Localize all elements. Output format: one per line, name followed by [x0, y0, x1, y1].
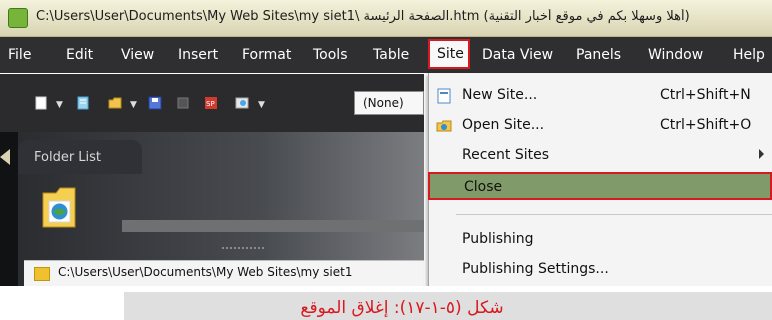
new-page-icon[interactable]: [34, 96, 48, 110]
figure-caption: شكل (٥-١-١٧): إغلاق الموقع: [300, 298, 504, 318]
menu-file[interactable]: File: [8, 47, 31, 63]
site-menu-shortcut: Ctrl+Shift+O: [660, 117, 752, 133]
menu-table[interactable]: Table: [373, 47, 409, 63]
new-page-dropdown-icon[interactable]: ▼: [56, 100, 63, 110]
menu-panels[interactable]: Panels: [576, 47, 621, 63]
main-menu-bar: File Edit View Insert Format Tools Table…: [0, 37, 772, 73]
folder-path-bar: C:\Users\User\Documents\My Web Sites\my …: [24, 260, 424, 286]
expression-web-app-icon: [8, 8, 28, 28]
folder-list-bar: [122, 220, 424, 232]
site-menu-item-publishing-settings[interactable]: Publishing Settings...: [428, 256, 772, 284]
style-select-value: (None): [363, 96, 404, 110]
site-menu-item-open-site[interactable]: Open Site... Ctrl+Shift+O: [428, 112, 772, 140]
menu-edit[interactable]: Edit: [66, 47, 93, 63]
menu-separator: [456, 214, 772, 215]
open-dropdown-icon[interactable]: ▼: [130, 100, 137, 110]
site-menu-label: Publishing: [462, 231, 534, 247]
site-menu-item-new-site[interactable]: New Site... Ctrl+Shift+N: [428, 82, 772, 110]
menu-view[interactable]: View: [121, 47, 154, 63]
folder-list-tab[interactable]: Folder List: [18, 140, 142, 174]
folder-list-title: Folder List: [34, 150, 102, 165]
left-arrow-icon: [0, 149, 10, 165]
menu-tools[interactable]: Tools: [313, 47, 348, 63]
folder-icon: [34, 267, 50, 281]
site-menu-shortcut: Ctrl+Shift+N: [660, 87, 751, 103]
menu-site-label: Site: [437, 46, 464, 62]
window-title: C:\Users\User\Documents\My Web Sites\my …: [36, 9, 690, 24]
sharepoint-icon[interactable]: SP: [204, 96, 218, 110]
save-icon[interactable]: [148, 96, 162, 110]
submenu-arrow-icon: [759, 149, 764, 159]
menu-window[interactable]: Window: [648, 47, 703, 63]
menu-help[interactable]: Help: [733, 47, 765, 63]
publish-icon[interactable]: [176, 96, 190, 110]
preview-dropdown-icon[interactable]: ▼: [258, 100, 265, 110]
new-site-icon: [437, 88, 451, 104]
window-title-bar: C:\Users\User\Documents\My Web Sites\my …: [0, 0, 772, 37]
folder-path: C:\Users\User\Documents\My Web Sites\my …: [58, 265, 353, 279]
site-menu-label: New Site...: [462, 87, 538, 103]
open-folder-icon[interactable]: [108, 96, 122, 110]
standard-toolbar: ▼ ▼ SP ▼ (None): [0, 74, 424, 132]
site-menu-item-close[interactable]: Close: [428, 172, 772, 200]
menu-insert[interactable]: Insert: [178, 47, 218, 63]
open-site-icon: [436, 120, 452, 132]
preview-browser-icon[interactable]: [235, 96, 249, 110]
panel-splitter[interactable]: [222, 247, 264, 252]
style-select[interactable]: (None): [354, 91, 424, 115]
site-menu-label: Open Site...: [462, 117, 545, 133]
web-folder-icon[interactable]: [40, 183, 78, 231]
site-menu-item-recent-sites[interactable]: Recent Sites: [428, 142, 772, 170]
menu-format[interactable]: Format: [242, 47, 291, 63]
site-menu-label: Recent Sites: [462, 147, 550, 163]
menu-data-view[interactable]: Data View: [482, 47, 553, 63]
menu-site[interactable]: Site: [428, 39, 470, 69]
site-menu-item-publishing[interactable]: Publishing: [428, 226, 772, 254]
document-icon[interactable]: [76, 96, 90, 110]
svg-text:SP: SP: [206, 100, 215, 108]
site-menu-label: Close: [464, 179, 503, 195]
site-menu-label: Publishing Settings...: [462, 261, 609, 277]
